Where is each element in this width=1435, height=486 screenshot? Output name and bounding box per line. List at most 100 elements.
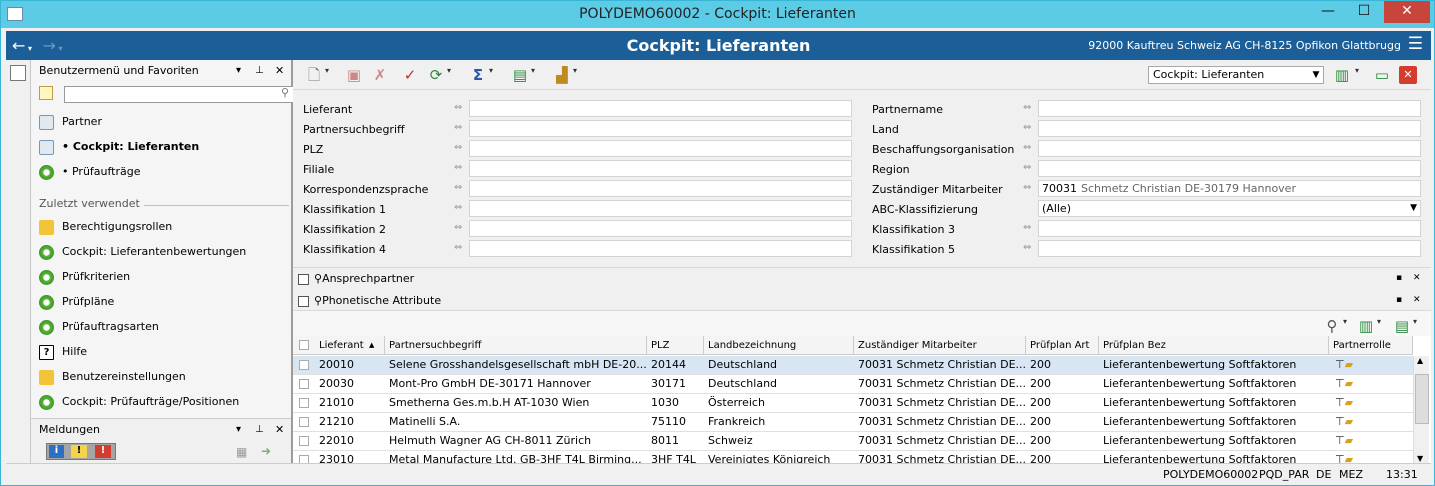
table-row[interactable]: 20010 Selene Grosshandelsgesellschaft mbH… <box>293 356 1413 375</box>
maximize-icon[interactable]: ▪ <box>1396 290 1402 311</box>
search-icon[interactable]: ⚲ <box>281 86 289 99</box>
sidebar-item[interactable]: Berechtigungsrollen <box>39 217 172 237</box>
sidebar-close-icon[interactable]: ✕ <box>275 60 284 82</box>
input-field[interactable] <box>469 160 852 177</box>
field-operator-icon[interactable]: ⇔ <box>1023 142 1031 153</box>
field-operator-icon[interactable]: ⇔ <box>454 242 462 253</box>
clipboard-icon[interactable]: ▦ <box>236 445 247 459</box>
column-header[interactable]: Partnersuchbegriff <box>385 336 647 355</box>
report-icon[interactable]: ▟ <box>553 66 571 84</box>
layout-icon[interactable]: ▥ <box>1333 66 1351 84</box>
field-operator-icon[interactable]: ⇔ <box>1023 182 1031 193</box>
input-field[interactable] <box>469 240 852 257</box>
section-phonetic[interactable]: ⚲Phonetische Attribute ▪ ✕ <box>293 290 1431 311</box>
delete-icon[interactable]: ✗ <box>371 66 389 84</box>
select-all-checkbox[interactable] <box>299 340 309 350</box>
column-header[interactable]: PLZ <box>647 336 704 355</box>
input-field[interactable] <box>469 180 852 197</box>
input-field[interactable] <box>469 120 852 137</box>
sidebar-item[interactable]: ? Hilfe <box>39 342 87 362</box>
partner-role-icon[interactable]: ⊤▰ <box>1335 415 1363 429</box>
sidebar-item[interactable]: Cockpit: Lieferantenbewertungen <box>39 242 246 262</box>
grid-settings-dropdown-icon[interactable]: ▾ <box>1413 317 1417 326</box>
sidebar-item[interactable]: Prüfauftragsarten <box>39 317 159 337</box>
messages-dropdown-icon[interactable]: ▾ <box>236 419 241 441</box>
new-dropdown-icon[interactable]: ▾ <box>325 66 329 75</box>
field-operator-icon[interactable]: ⇔ <box>454 102 462 113</box>
field-operator-icon[interactable]: ⇔ <box>454 182 462 193</box>
partner-role-icon[interactable]: ⊤▰ <box>1335 358 1363 372</box>
row-checkbox[interactable] <box>299 360 309 370</box>
notes-icon[interactable] <box>39 86 53 100</box>
partner-role-icon[interactable]: ⊤▰ <box>1335 434 1363 448</box>
table-row[interactable]: 21210 Matinelli S.A. 75110 Frankreich 70031 … <box>293 413 1413 432</box>
sidebar-item[interactable]: Prüfpläne <box>39 292 114 312</box>
column-header[interactable]: Prüfplan Art <box>1026 336 1099 355</box>
minimize-button[interactable]: — <box>1314 1 1342 23</box>
notepad-icon[interactable] <box>10 65 26 81</box>
partner-role-icon[interactable]: ⊤▰ <box>1335 396 1363 410</box>
partner-role-icon[interactable]: ⊤▰ <box>1335 377 1363 391</box>
column-header[interactable]: Lieferant <box>315 336 385 355</box>
forward-arrow-icon[interactable]: ➜ <box>261 444 271 458</box>
column-header[interactable]: Landbezeichnung <box>704 336 854 355</box>
column-header[interactable]: Prüfplan Bez <box>1099 336 1329 355</box>
input-field[interactable] <box>1038 140 1421 157</box>
sidebar-item[interactable]: • Cockpit: Lieferanten <box>39 137 199 157</box>
row-checkbox[interactable] <box>299 398 309 408</box>
minimize-view-icon[interactable]: ▭ <box>1373 66 1391 84</box>
pin-icon[interactable]: ⊥ <box>255 60 264 82</box>
field-operator-icon[interactable]: ⇔ <box>1023 102 1031 113</box>
field-operator-icon[interactable]: ⇔ <box>454 222 462 233</box>
field-operator-icon[interactable]: ⇔ <box>1023 242 1031 253</box>
grid-columns-dropdown-icon[interactable]: ▾ <box>1377 317 1381 326</box>
export-icon[interactable]: ▤ <box>511 66 529 84</box>
input-field[interactable] <box>1038 100 1421 117</box>
sort-ascending-icon[interactable]: ▲ <box>369 336 374 355</box>
partner-role-icon[interactable]: ⊤▰ <box>1335 453 1363 463</box>
section-ansprechpartner[interactable]: ⚲Ansprechpartner ▪ ✕ <box>293 268 1431 289</box>
expand-checkbox[interactable] <box>298 295 309 307</box>
field-operator-icon[interactable]: ⇔ <box>454 122 462 133</box>
input-field[interactable] <box>1038 160 1421 177</box>
row-checkbox[interactable] <box>299 455 309 463</box>
field-operator-icon[interactable]: ⇔ <box>454 202 462 213</box>
scroll-down-icon[interactable]: ▼ <box>1417 454 1423 463</box>
expand-checkbox[interactable] <box>298 273 309 285</box>
input-field[interactable]: 70031 Schmetz Christian DE-30179 Hannover <box>1038 180 1421 197</box>
sidebar-dropdown-icon[interactable]: ▾ <box>236 60 241 82</box>
layout-dropdown-icon[interactable]: ▾ <box>1355 66 1359 75</box>
input-field[interactable] <box>469 220 852 237</box>
input-field[interactable]: (Alle) ▼ <box>1038 200 1421 217</box>
input-field[interactable] <box>469 100 852 117</box>
input-field[interactable] <box>1038 120 1421 137</box>
grid-search-icon[interactable]: ⚲ <box>1323 317 1341 335</box>
sidebar-item[interactable]: Prüfkriterien <box>39 267 130 287</box>
info-icon[interactable]: i <box>49 445 64 458</box>
hamburger-menu-icon[interactable]: ☰ <box>1408 34 1423 54</box>
view-select[interactable]: Cockpit: Lieferanten ▼ <box>1148 66 1324 84</box>
grid-columns-icon[interactable]: ▥ <box>1357 317 1375 335</box>
input-field[interactable] <box>1038 220 1421 237</box>
close-icon[interactable]: ✕ <box>1413 290 1421 311</box>
report-dropdown-icon[interactable]: ▾ <box>573 66 577 75</box>
sum-dropdown-icon[interactable]: ▾ <box>489 66 493 75</box>
new-document-icon[interactable]: 🗋 <box>305 66 323 84</box>
column-header[interactable]: Partnerrolle <box>1329 336 1413 355</box>
maximize-button[interactable]: ☐ <box>1350 1 1378 23</box>
sidebar-item[interactable]: • Prüfaufträge <box>39 162 141 182</box>
save-icon[interactable]: ▣ <box>345 66 363 84</box>
input-field[interactable] <box>469 200 852 217</box>
input-field[interactable] <box>1038 240 1421 257</box>
scroll-up-icon[interactable]: ▲ <box>1417 356 1423 365</box>
column-header[interactable]: Zuständiger Mitarbeiter <box>854 336 1026 355</box>
row-checkbox[interactable] <box>299 436 309 446</box>
refresh-icon[interactable]: ⟳ <box>427 66 445 84</box>
close-icon[interactable]: ✕ <box>1413 268 1421 289</box>
field-operator-icon[interactable]: ⇔ <box>1023 162 1031 173</box>
field-operator-icon[interactable]: ⇔ <box>454 142 462 153</box>
table-scrollbar[interactable]: ▲ ▼ <box>1413 356 1429 463</box>
row-checkbox[interactable] <box>299 379 309 389</box>
grid-search-dropdown-icon[interactable]: ▾ <box>1343 317 1347 326</box>
field-operator-icon[interactable]: ⇔ <box>1023 222 1031 233</box>
